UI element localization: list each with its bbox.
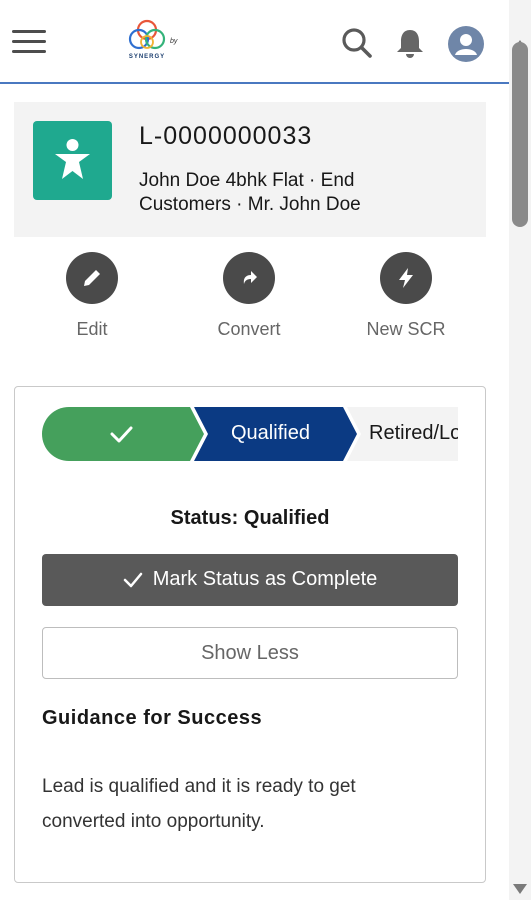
checkmark-icon xyxy=(123,572,142,588)
path-card: Qualified Retired/Lost Status: Qualified… xyxy=(14,386,486,883)
scroll-down-arrow-icon[interactable] xyxy=(513,884,527,894)
path-stage-complete xyxy=(42,407,204,461)
pencil-icon[interactable] xyxy=(66,252,118,304)
show-less-button[interactable]: Show Less xyxy=(42,627,458,679)
lightning-bolt-icon[interactable] xyxy=(380,252,432,304)
app-header: SYNERGY by xyxy=(0,0,509,84)
lead-person-icon xyxy=(33,121,112,200)
stage-retired-label[interactable]: Retired/Lost xyxy=(369,422,458,445)
convert-label: Convert xyxy=(217,319,281,339)
show-less-label: Show Less xyxy=(201,642,299,664)
record-subtitle: John Doe 4bhk Flat · End Customers · Mr.… xyxy=(139,170,361,215)
user-avatar-icon[interactable] xyxy=(448,26,484,62)
guidance-title: Guidance for Success xyxy=(42,707,263,729)
logo-rings-icon xyxy=(128,19,166,50)
logo-text: SYNERGY xyxy=(128,54,166,60)
search-icon[interactable] xyxy=(340,26,374,60)
synergy-logo: SYNERGY by xyxy=(124,18,204,66)
mark-status-complete-button[interactable]: Mark Status as Complete xyxy=(42,554,458,606)
logo-by-text: by xyxy=(170,38,178,45)
record-id: L-0000000033 xyxy=(139,122,313,150)
status-text: Status: Qualified xyxy=(170,507,330,529)
convert-arrow-icon[interactable] xyxy=(223,252,275,304)
edit-action[interactable]: Edit xyxy=(32,252,152,340)
menu-icon[interactable] xyxy=(12,28,46,56)
notification-bell-icon[interactable] xyxy=(393,26,427,60)
vertical-scrollbar[interactable] xyxy=(509,0,531,900)
new-scr-label: New SCR xyxy=(366,319,446,339)
edit-label: Edit xyxy=(76,319,108,339)
sales-path: Qualified Retired/Lost xyxy=(42,407,458,461)
record-highlight-card: L-0000000033 John Doe 4bhk Flat · End Cu… xyxy=(14,102,486,237)
new-scr-action[interactable]: New SCR xyxy=(346,252,466,340)
guidance-text: Lead is qualified and it is ready to get… xyxy=(42,776,356,832)
convert-action[interactable]: Convert xyxy=(189,252,309,340)
scroll-thumb[interactable] xyxy=(512,42,528,227)
mark-status-label: Mark Status as Complete xyxy=(152,568,378,590)
stage-qualified-label[interactable]: Qualified xyxy=(231,422,310,445)
